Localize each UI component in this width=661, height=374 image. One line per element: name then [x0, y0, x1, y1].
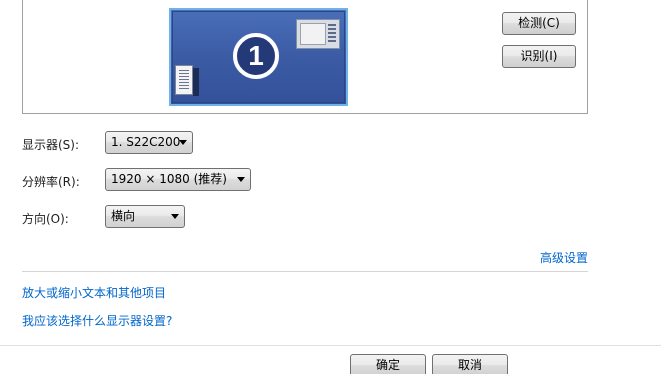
which-settings-link[interactable]: 我应该选择什么显示器设置?	[22, 312, 172, 329]
monitor-number-badge: 1	[233, 33, 279, 79]
display-select-value: 1. S22C200	[111, 135, 181, 149]
screen-resolution-panel: 1 检测(C) 识别(I) 显示器(S): 1. S22C200 分辨率(R):…	[0, 0, 661, 374]
cancel-button[interactable]: 取消	[432, 354, 508, 374]
ok-button[interactable]: 确定	[350, 354, 426, 374]
footer-divider	[0, 345, 661, 346]
chevron-down-icon	[237, 177, 245, 182]
display-label: 显示器(S):	[22, 138, 80, 152]
resolution-select[interactable]: 1920 × 1080 (推荐)	[105, 168, 251, 191]
resolution-label: 分辨率(R):	[22, 175, 80, 189]
window-pane	[300, 23, 326, 45]
detect-button[interactable]: 检测(C)	[502, 12, 576, 35]
chevron-down-icon	[171, 214, 179, 219]
orientation-label: 方向(O):	[22, 212, 69, 226]
window-sidebar	[328, 24, 336, 44]
taskbar-icon	[193, 68, 199, 96]
advanced-settings-link[interactable]: 高级设置	[540, 249, 588, 266]
identify-button[interactable]: 识别(I)	[502, 45, 576, 68]
section-divider	[22, 271, 588, 272]
monitor-1-thumbnail[interactable]: 1	[169, 8, 348, 106]
resolution-select-value: 1920 × 1080 (推荐)	[111, 172, 227, 186]
document-icon	[175, 65, 193, 95]
chevron-down-icon	[179, 140, 187, 145]
desktop-window-icon	[296, 19, 340, 49]
orientation-select[interactable]: 横向	[105, 205, 185, 228]
text-size-link[interactable]: 放大或缩小文本和其他项目	[22, 284, 166, 301]
orientation-select-value: 横向	[111, 209, 136, 223]
display-select[interactable]: 1. S22C200	[105, 131, 193, 154]
